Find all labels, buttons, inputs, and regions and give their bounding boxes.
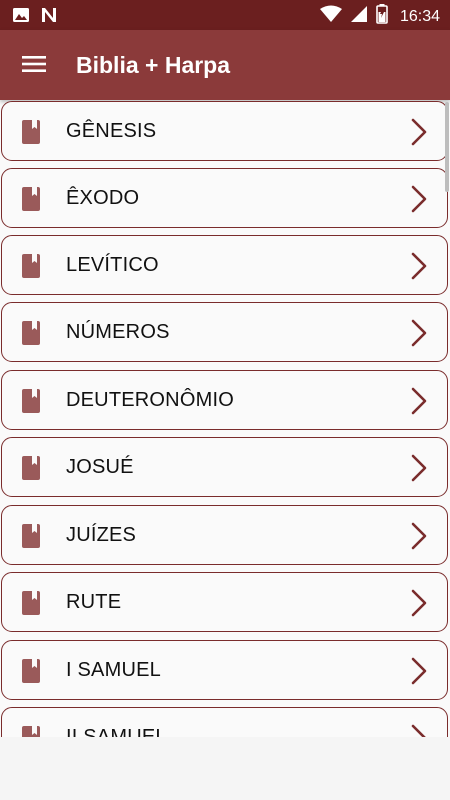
- book-icon: [22, 389, 40, 413]
- scrollbar[interactable]: [445, 102, 449, 192]
- book-label: ÊXODO: [66, 187, 140, 209]
- book-item-rute[interactable]: RUTE: [1, 572, 448, 632]
- status-bar: 16:34: [0, 0, 450, 30]
- book-label: NÚMEROS: [66, 321, 170, 343]
- wifi-icon: [319, 5, 342, 28]
- book-list[interactable]: GÊNESIS ÊXODO LEVÍTICO NÚMEROS DEUTERONÔ…: [0, 100, 450, 737]
- app-title: Biblia + Harpa: [76, 52, 231, 78]
- chevron-right-icon: [411, 724, 426, 737]
- image-icon: [12, 7, 30, 28]
- book-item-levitico[interactable]: LEVÍTICO: [1, 235, 448, 295]
- book-icon: [22, 726, 40, 737]
- chevron-right-icon: [411, 387, 427, 415]
- chevron-right-icon: [411, 185, 427, 213]
- book-item-josue[interactable]: JOSUÉ: [1, 437, 448, 497]
- book-icon: [22, 321, 40, 345]
- book-item-deuteronomio[interactable]: DEUTERONÔMIO: [1, 370, 448, 430]
- book-icon: [22, 187, 40, 211]
- menu-button[interactable]: [14, 46, 54, 86]
- book-icon: [22, 456, 40, 480]
- book-label: GÊNESIS: [66, 120, 157, 142]
- status-right-icons: 16:34: [319, 4, 440, 29]
- app-screen: 16:34 Biblia + Harpa GÊNESIS ÊXODO LEVÍT…: [0, 0, 450, 800]
- status-time: 16:34: [399, 7, 440, 25]
- status-left-icons: [12, 6, 58, 29]
- book-item-juizes[interactable]: JUÍZES: [1, 505, 448, 565]
- chevron-right-icon: [411, 657, 427, 685]
- chevron-right-icon: [411, 522, 427, 550]
- book-item-ii-samuel[interactable]: II SAMUEL: [1, 707, 448, 737]
- book-item-exodo[interactable]: ÊXODO: [1, 168, 448, 228]
- book-label: DEUTERONÔMIO: [66, 389, 234, 411]
- book-label: RUTE: [66, 591, 122, 613]
- signal-icon: [350, 5, 368, 28]
- book-icon: [22, 254, 40, 278]
- book-item-i-samuel[interactable]: I SAMUEL: [1, 640, 448, 700]
- hamburger-menu-icon: [21, 54, 47, 79]
- battery-icon: [376, 4, 388, 29]
- book-label: I SAMUEL: [66, 659, 161, 681]
- book-icon: [22, 659, 40, 683]
- book-label: LEVÍTICO: [66, 254, 159, 276]
- book-item-numeros[interactable]: NÚMEROS: [1, 302, 448, 362]
- book-icon: [22, 120, 40, 144]
- chevron-right-icon: [411, 589, 427, 617]
- book-icon: [22, 591, 40, 615]
- book-label: JOSUÉ: [66, 456, 134, 478]
- book-label: II SAMUEL: [66, 726, 167, 737]
- bottom-blank-area: [0, 737, 450, 800]
- chevron-right-icon: [411, 319, 427, 347]
- chevron-right-icon: [411, 118, 427, 146]
- book-icon: [22, 524, 40, 548]
- chevron-right-icon: [411, 454, 427, 482]
- n-app-icon: [40, 6, 58, 29]
- app-bar: Biblia + Harpa: [0, 30, 450, 100]
- chevron-right-icon: [411, 252, 427, 280]
- book-label: JUÍZES: [66, 524, 137, 546]
- book-item-genesis[interactable]: GÊNESIS: [1, 101, 448, 161]
